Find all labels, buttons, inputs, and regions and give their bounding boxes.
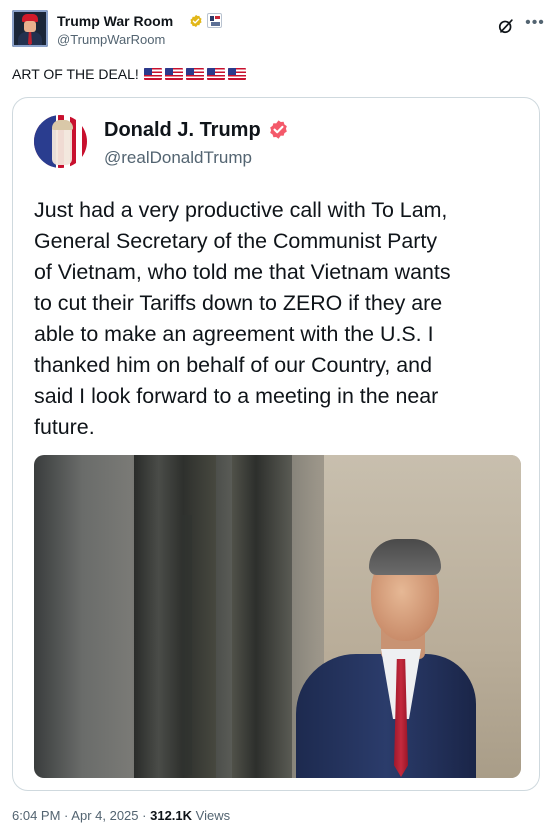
post-photo[interactable] bbox=[34, 455, 521, 778]
photo-door-shadow bbox=[182, 515, 192, 775]
us-flag-emoji bbox=[164, 68, 183, 80]
post-timestamp: 6:04 PM · Apr 4, 2025 · 312.1K Views bbox=[12, 808, 230, 823]
post-date[interactable]: Apr 4, 2025 bbox=[71, 808, 138, 823]
post-time[interactable]: 6:04 PM bbox=[12, 808, 60, 823]
author-display-name[interactable]: Trump War Room bbox=[57, 13, 173, 29]
us-flag-emoji bbox=[143, 68, 162, 80]
verified-red-icon bbox=[270, 120, 287, 139]
quoted-body-line: Just had a very productive call with To … bbox=[34, 198, 448, 222]
views-count: 312.1K bbox=[150, 808, 193, 823]
quoted-body-line: future. bbox=[34, 415, 95, 439]
author-handle[interactable]: @TrumpWarRoom bbox=[57, 32, 165, 47]
more-options-icon[interactable]: ••• bbox=[524, 14, 546, 34]
photo-door-frame bbox=[232, 455, 292, 778]
quoted-author-avatar[interactable] bbox=[34, 115, 87, 168]
quoted-body-line: General Secretary of the Communist Party bbox=[34, 229, 438, 253]
verified-gold-icon bbox=[190, 14, 202, 28]
quoted-body-line: able to make an agreement with the U.S. … bbox=[34, 322, 434, 346]
quoted-post-body: Just had a very productive call with To … bbox=[34, 195, 529, 443]
quoted-post-card[interactable]: Donald J. Trump @realDonaldTrump Just ha… bbox=[12, 97, 540, 791]
quoted-body-line: of Vietnam, who told me that Vietnam wan… bbox=[34, 260, 451, 284]
us-flag-emoji bbox=[227, 68, 246, 80]
post-text-content: ART OF THE DEAL! bbox=[12, 66, 139, 82]
grok-icon[interactable] bbox=[496, 16, 516, 36]
author-avatar[interactable] bbox=[12, 10, 48, 47]
post-text: ART OF THE DEAL! bbox=[12, 66, 246, 82]
us-flag-emoji bbox=[185, 68, 204, 80]
quoted-display-name[interactable]: Donald J. Trump bbox=[104, 119, 261, 142]
separator: · bbox=[142, 808, 147, 823]
photo-person bbox=[296, 539, 521, 778]
views-label: Views bbox=[195, 808, 231, 823]
post-header: Trump War Room @TrumpWarRoom ••• bbox=[12, 10, 544, 50]
photo-door-frame bbox=[134, 455, 216, 778]
quoted-body-line: thanked him on behalf of our Country, an… bbox=[34, 353, 432, 377]
affiliate-badge-icon[interactable] bbox=[207, 13, 222, 28]
separator: · bbox=[64, 808, 69, 823]
quoted-body-line: said I look forward to a meeting in the … bbox=[34, 384, 439, 408]
us-flag-emoji bbox=[206, 68, 225, 80]
emoji-group bbox=[143, 68, 246, 80]
quoted-handle[interactable]: @realDonaldTrump bbox=[104, 148, 252, 168]
quoted-body-line: to cut their Tariffs down to ZERO if the… bbox=[34, 291, 443, 315]
